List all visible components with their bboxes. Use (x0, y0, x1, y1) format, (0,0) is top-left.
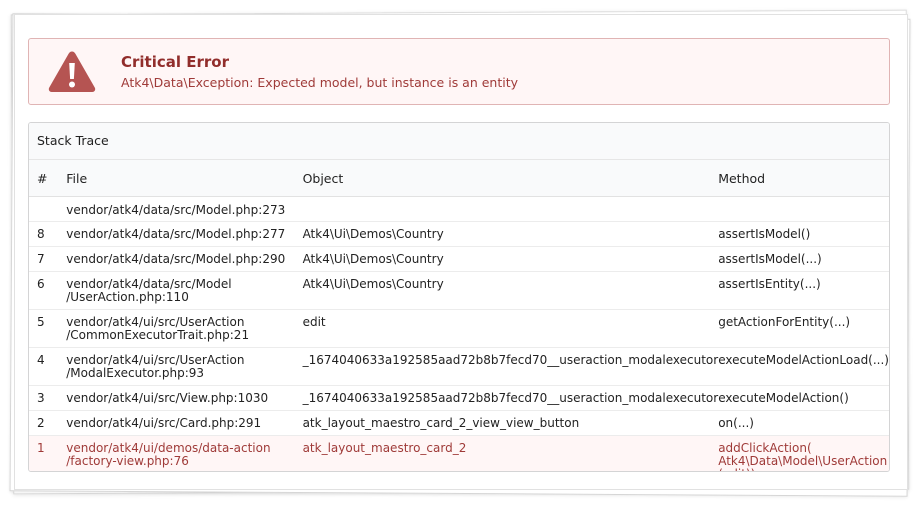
frame-method: assertIsModel(...) (718, 246, 889, 272)
frame-file-line: vendor/atk4/data/src/Model.php:290 (66, 252, 286, 266)
frame-object: atk_layout_maestro_card_2 (302, 435, 719, 471)
frame-file: vendor/atk4/ui/src/UserAction/ModalExecu… (66, 347, 303, 386)
frame-number-text: 6 (37, 277, 45, 291)
table-row: 7 vendor/atk4/data/src/Model.php:290 Atk4\… (29, 246, 889, 272)
column-header-method: Method (718, 160, 889, 197)
frame-object-text: Atk4\Ui\Demos\Country (302, 227, 444, 241)
frame-number: 8 (29, 221, 67, 247)
frame-file-line: vendor/atk4/data/src/Model.php:277 (66, 227, 286, 241)
frame-file-line: /ModalExecutor.php:93 (66, 366, 205, 380)
frame-number: 1 (29, 435, 67, 471)
frame-file: vendor/atk4/data/src/Model.php:290 (66, 246, 303, 272)
stack-trace-rows: vendor/atk4/data/src/Model.php:273 8 vendo… (29, 196, 889, 472)
frame-method: on(...) (718, 410, 889, 436)
frame-file-line: /CommonExecutorTrait.php:21 (66, 328, 250, 342)
frame-method-line: executeModelActionLoad(...) (718, 353, 889, 367)
warning-triangle-icon (48, 51, 96, 92)
frame-object-text: Atk4\Ui\Demos\Country (302, 252, 444, 266)
frame-method: executeModelActionLoad(...) (718, 347, 889, 386)
frame-number: 7 (29, 246, 67, 272)
frame-number: 5 (29, 309, 67, 348)
frame-object-text: _1674040633a192585aad72b8b7fecd70__usera… (302, 391, 719, 405)
stack-trace-heading: Stack Trace (29, 123, 889, 160)
table-row: 2 vendor/atk4/ui/src/Card.php:291 atk_layo… (29, 410, 889, 436)
error-message: Atk4\Data\Exception: Expected model, but… (121, 75, 519, 90)
frame-number-text: 7 (37, 252, 45, 266)
frame-method-line: on(...) (718, 416, 754, 430)
frame-file-line: /factory-view.php:76 (66, 454, 189, 468)
frame-number: 6 (29, 271, 67, 310)
frame-number-text: 1 (37, 441, 45, 455)
table-row: 6 vendor/atk4/data/src/Model/UserAction.p… (29, 271, 889, 310)
frame-object-text: Atk4\Ui\Demos\Country (302, 277, 444, 291)
table-row: 3 vendor/atk4/ui/src/View.php:1030 _167404… (29, 385, 889, 411)
frame-method: assertIsModel() (718, 221, 889, 247)
frame-object-text: atk_layout_maestro_card_2_view_view_butt… (302, 416, 580, 430)
frame-file-line: vendor/atk4/ui/src/Card.php:291 (66, 416, 262, 430)
frame-object: edit (302, 309, 719, 348)
table-row: vendor/atk4/data/src/Model.php:273 (29, 196, 889, 222)
frame-object-text: _1674040633a192585aad72b8b7fecd70__usera… (302, 353, 719, 367)
frame-object: Atk4\Ui\Demos\Country (302, 246, 719, 272)
column-header-object: Object (302, 160, 719, 197)
frame-method-line: (edit)) (718, 468, 889, 472)
error-title: Critical Error (121, 53, 229, 71)
frame-file-line: vendor/atk4/ui/src/View.php:1030 (66, 391, 269, 405)
critical-error-message: Critical Error Atk4\Data\Exception: Expe… (28, 38, 890, 105)
frame-method-line: getActionForEntity(...) (718, 315, 851, 329)
frame-object-text: edit (302, 315, 326, 329)
frame-method (718, 196, 889, 222)
frame-object (302, 196, 719, 222)
frame-file: vendor/atk4/ui/src/View.php:1030 (66, 385, 303, 411)
frame-number-text: 8 (37, 227, 45, 241)
frame-object: Atk4\Ui\Demos\Country (302, 271, 719, 310)
frame-number: 3 (29, 385, 67, 411)
table-row: 8 vendor/atk4/data/src/Model.php:277 Atk4\… (29, 221, 889, 247)
column-header-number: # (29, 160, 67, 197)
column-header-file: File (66, 160, 303, 197)
table-row: 1 vendor/atk4/ui/demos/data-action/factor… (29, 435, 889, 472)
frame-number-text: 4 (37, 353, 45, 367)
frame-method: assertIsEntity(...) (718, 271, 889, 310)
frame-file: vendor/atk4/ui/src/UserAction/CommonExec… (66, 309, 303, 348)
frame-file: vendor/atk4/ui/src/Card.php:291 (66, 410, 303, 436)
table-header-row: # File Object Method (29, 160, 889, 197)
frame-object: atk_layout_maestro_card_2_view_view_butt… (302, 410, 719, 436)
frame-object: _1674040633a192585aad72b8b7fecd70__usera… (302, 385, 719, 411)
frame-method: executeModelAction() (718, 385, 889, 411)
frame-method-line: assertIsModel() (718, 227, 811, 241)
frame-number (29, 196, 67, 222)
frame-file-line: /UserAction.php:110 (66, 290, 189, 304)
stack-trace-table: # File Object Method vendor/atk4/data/sr… (29, 160, 889, 472)
frame-object: Atk4\Ui\Demos\Country (302, 221, 719, 247)
frame-file: vendor/atk4/ui/demos/data-action/factory… (66, 435, 303, 471)
frame-number: 2 (29, 410, 67, 436)
table-row: 5 vendor/atk4/ui/src/UserAction/CommonExe… (29, 309, 889, 348)
frame-number-text: 2 (37, 416, 45, 430)
frame-method-line: executeModelAction() (718, 391, 849, 405)
frame-method: addClickAction(Atk4\Data\Model\UserActio… (718, 435, 889, 472)
frame-method: getActionForEntity(...) (718, 309, 889, 348)
frame-number: 4 (29, 347, 67, 386)
frame-method-line: assertIsModel(...) (718, 252, 822, 266)
frame-object: _1674040633a192585aad72b8b7fecd70__usera… (302, 347, 719, 386)
frame-number-text: 5 (37, 315, 45, 329)
stack-trace-panel: Stack Trace # File Object Method vendor/… (28, 122, 890, 472)
frame-file-line: vendor/atk4/data/src/Model.php:273 (66, 203, 286, 217)
frame-object-text: atk_layout_maestro_card_2 (302, 441, 467, 455)
frame-file: vendor/atk4/data/src/Model.php:273 (66, 196, 303, 222)
frame-file: vendor/atk4/data/src/Model/UserAction.ph… (66, 271, 303, 310)
frame-method-line: assertIsEntity(...) (718, 277, 821, 291)
frame-number-text: 3 (37, 391, 45, 405)
table-row: 4 vendor/atk4/ui/src/UserAction/ModalExec… (29, 347, 889, 386)
frame-file: vendor/atk4/data/src/Model.php:277 (66, 221, 303, 247)
